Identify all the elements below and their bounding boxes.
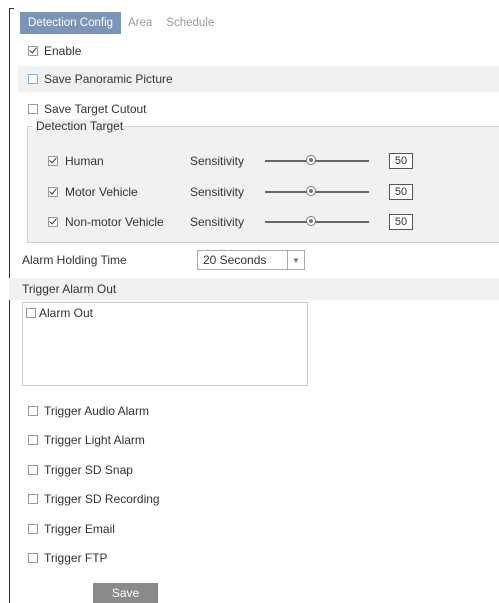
human-sensitivity-value[interactable]: 50	[389, 153, 413, 169]
tab-area[interactable]: Area	[121, 12, 159, 34]
trigger-sd-recording-row: Trigger SD Recording	[18, 486, 499, 512]
alarm-holding-time-select[interactable]: 20 Seconds ▼	[197, 250, 305, 270]
tab-detection-config[interactable]: Detection Config	[20, 12, 122, 34]
trigger-ftp-checkbox[interactable]	[28, 553, 38, 563]
trigger-sd-recording-checkbox[interactable]	[28, 494, 38, 504]
trigger-sd-recording-label: Trigger SD Recording	[44, 492, 160, 506]
trigger-sd-snap-checkbox[interactable]	[28, 465, 38, 475]
trigger-ftp-label: Trigger FTP	[44, 551, 108, 565]
trigger-email-row: Trigger Email	[18, 516, 499, 542]
non-motor-vehicle-sensitivity-slider[interactable]	[265, 215, 369, 229]
trigger-email-checkbox[interactable]	[28, 524, 38, 534]
save-cutout-checkbox[interactable]	[28, 104, 38, 114]
alarm-out-list[interactable]: Alarm Out	[22, 302, 308, 386]
target-name: Motor Vehicle	[65, 185, 138, 199]
group-border-top-right	[120, 126, 499, 127]
save-panoramic-checkbox[interactable]	[28, 74, 38, 84]
enable-checkbox[interactable]	[28, 46, 38, 56]
save-cutout-label: Save Target Cutout	[44, 102, 147, 116]
motor-vehicle-sensitivity-slider[interactable]	[265, 185, 369, 199]
save-panoramic-row: Save Panoramic Picture	[18, 66, 499, 92]
tab-bar: Detection Config Area Schedule	[20, 12, 221, 34]
trigger-light-alarm-row: Trigger Light Alarm	[18, 427, 499, 453]
target-name: Non-motor Vehicle	[65, 215, 164, 229]
frame-corner	[9, 8, 14, 9]
alarm-out-label: Alarm Out	[39, 306, 94, 320]
target-row-motor-vehicle: Motor Vehicle Sensitivity 50	[48, 181, 488, 203]
slider-track	[265, 191, 369, 193]
trigger-ftp-row: Trigger FTP	[18, 545, 499, 571]
trigger-alarm-out-header: Trigger Alarm Out	[9, 278, 499, 300]
target-row-non-motor-vehicle: Non-motor Vehicle Sensitivity 50	[48, 211, 488, 233]
sensitivity-label: Sensitivity	[190, 185, 245, 199]
slider-track	[265, 160, 369, 162]
save-panoramic-label: Save Panoramic Picture	[44, 72, 173, 86]
motor-vehicle-checkbox[interactable]	[48, 187, 58, 197]
trigger-light-alarm-label: Trigger Light Alarm	[44, 433, 145, 447]
alarm-holding-time-label: Alarm Holding Time	[22, 253, 127, 267]
trigger-audio-alarm-label: Trigger Audio Alarm	[44, 404, 149, 418]
trigger-audio-alarm-checkbox[interactable]	[28, 406, 38, 416]
slider-track	[265, 221, 369, 223]
target-name: Human	[65, 154, 104, 168]
alarm-holding-time-value: 20 Seconds	[203, 253, 267, 267]
save-button[interactable]: Save	[93, 583, 158, 603]
sensitivity-label: Sensitivity	[190, 154, 245, 168]
human-checkbox[interactable]	[48, 156, 58, 166]
trigger-sd-snap-row: Trigger SD Snap	[18, 457, 499, 483]
trigger-alarm-out-label: Trigger Alarm Out	[22, 282, 117, 296]
motor-vehicle-sensitivity-value[interactable]: 50	[389, 184, 413, 200]
alarm-out-checkbox[interactable]	[26, 308, 36, 318]
list-item[interactable]: Alarm Out	[26, 306, 93, 320]
target-row-human: Human Sensitivity 50	[48, 150, 488, 172]
human-sensitivity-slider[interactable]	[265, 154, 369, 168]
trigger-audio-alarm-row: Trigger Audio Alarm	[18, 398, 499, 424]
enable-label: Enable	[44, 44, 82, 58]
enable-row: Enable	[18, 38, 499, 64]
frame-border	[9, 8, 10, 603]
trigger-email-label: Trigger Email	[44, 522, 115, 536]
trigger-light-alarm-checkbox[interactable]	[28, 435, 38, 445]
slider-thumb[interactable]	[306, 216, 316, 226]
detection-target-legend: Detection Target	[36, 119, 124, 133]
non-motor-vehicle-checkbox[interactable]	[48, 217, 58, 227]
trigger-sd-snap-label: Trigger SD Snap	[44, 463, 133, 477]
sensitivity-label: Sensitivity	[190, 215, 245, 229]
non-motor-vehicle-sensitivity-value[interactable]: 50	[389, 214, 413, 230]
slider-thumb[interactable]	[306, 155, 316, 165]
detection-config-page: Detection Config Area Schedule Enable Sa…	[0, 0, 499, 603]
chevron-down-icon[interactable]: ▼	[287, 251, 304, 269]
tab-schedule[interactable]: Schedule	[159, 12, 221, 34]
group-border-top-left	[27, 126, 32, 127]
slider-thumb[interactable]	[306, 186, 316, 196]
